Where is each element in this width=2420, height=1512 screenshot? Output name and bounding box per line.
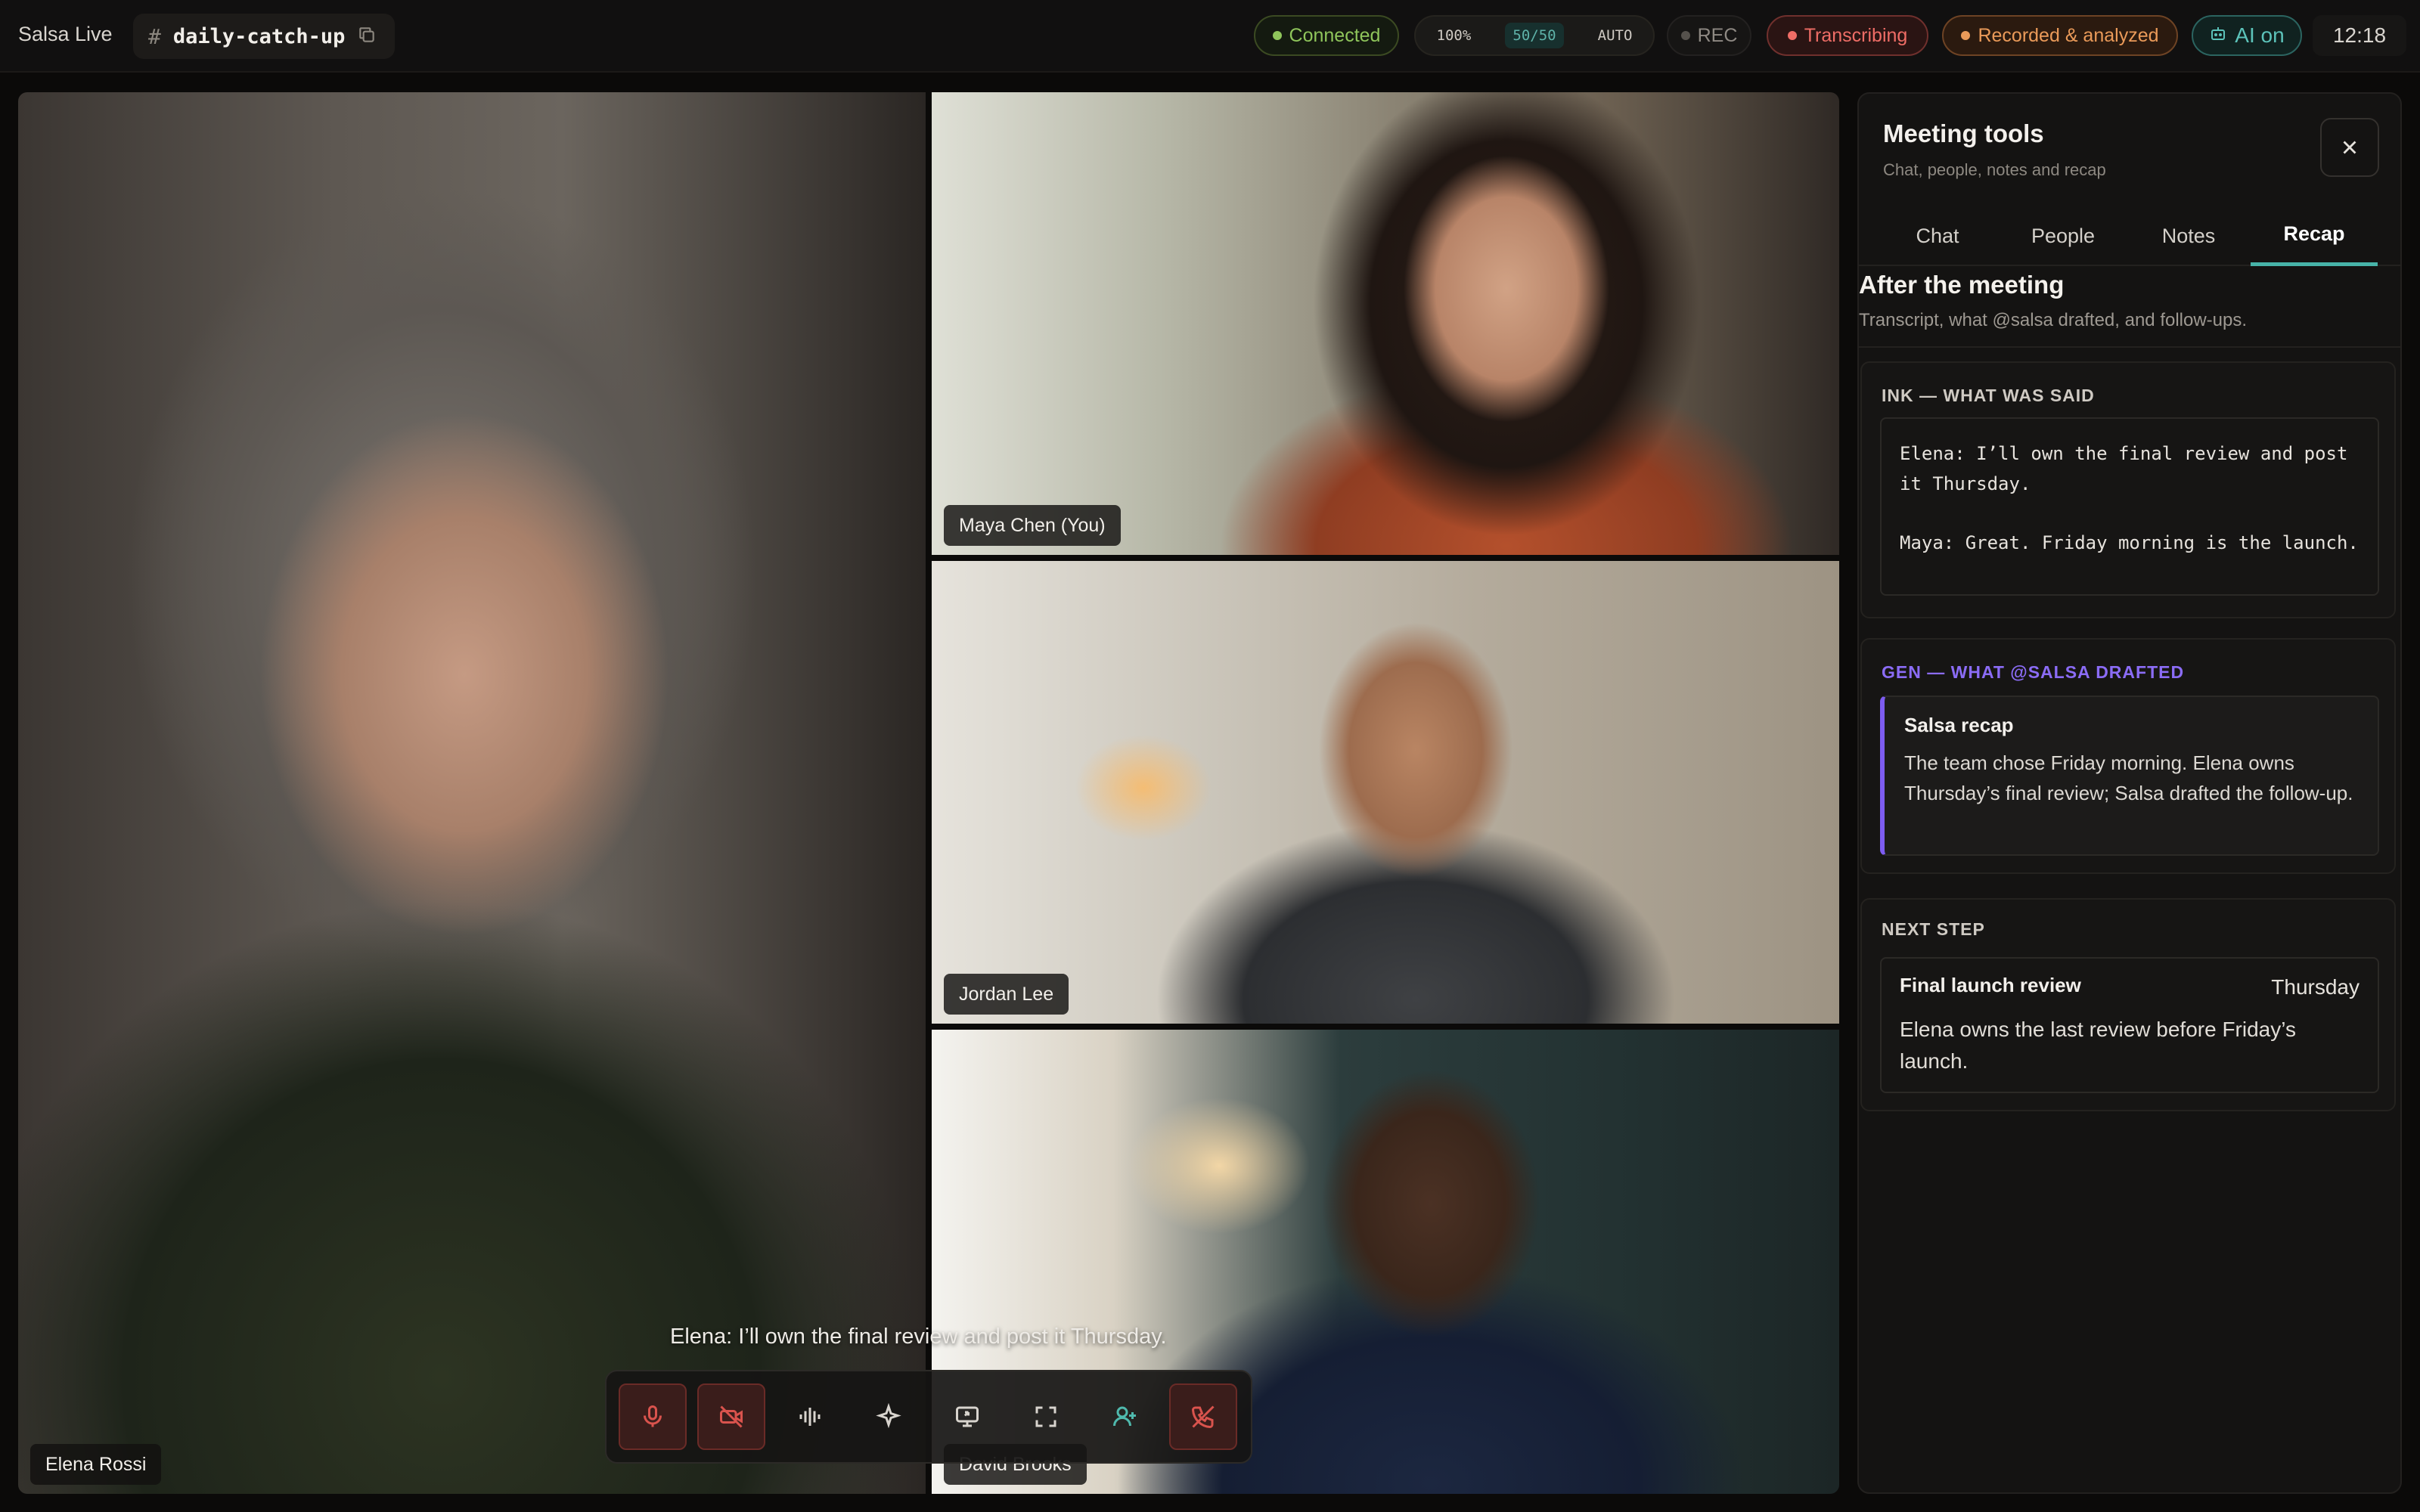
mic-icon (644, 1405, 662, 1427)
live-caption: Elena: I’ll own the final review and pos… (670, 1325, 1167, 1349)
audio-button[interactable] (776, 1383, 844, 1450)
fullscreen-icon (1035, 1406, 1056, 1427)
hash-icon: # (148, 23, 161, 49)
gen-label: GEN — WHAT @SALSA DRAFTED (1882, 662, 2185, 682)
copy-icon[interactable] (357, 25, 377, 48)
meeting-clock: 12:18 (2313, 15, 2406, 56)
section-title: After the meeting (1859, 271, 2065, 299)
meeting-tools-panel: Meeting tools Chat, people, notes and re… (1857, 92, 2402, 1494)
sparkle-icon (876, 1403, 901, 1429)
transcribing-badge[interactable]: Transcribing (1767, 15, 1928, 56)
invite-button[interactable] (1091, 1383, 1159, 1450)
connection-status-label: Connected (1289, 24, 1381, 46)
channel-name: daily-catch-up (172, 24, 346, 48)
rec-button[interactable]: REC (1667, 15, 1751, 56)
transcribing-label: Transcribing (1804, 24, 1908, 46)
participant-name-tag: Maya Chen (You) (944, 505, 1121, 546)
fullscreen-button[interactable] (1012, 1383, 1080, 1450)
camera-off-icon (720, 1405, 743, 1428)
ink-label: INK — WHAT WAS SAID (1882, 386, 2095, 405)
transcript-box: Elena: I’ll own the final review and pos… (1880, 417, 2379, 596)
section-subtitle: Transcript, what @salsa drafted, and fol… (1859, 310, 2248, 330)
screen-share-button[interactable] (933, 1383, 1001, 1450)
participant-count: 50/50 (1505, 23, 1564, 48)
recorded-label: Recorded & analyzed (1978, 24, 2159, 46)
add-person-icon (1113, 1406, 1136, 1427)
zoom-level: 100% (1436, 27, 1472, 44)
ai-toggle[interactable]: AI on (2192, 15, 2302, 56)
panel-subtitle: Chat, people, notes and recap (1883, 160, 2106, 179)
transcript-line: Elena: I’ll own the final review and pos… (1900, 443, 2348, 494)
close-panel-button[interactable] (2320, 118, 2379, 177)
top-bar: Salsa Live # daily-catch-up Connected 10… (0, 0, 2420, 73)
mic-toggle-button[interactable] (619, 1383, 687, 1450)
recap-title: Salsa recap (1904, 714, 2014, 736)
transcribing-dot-icon (1787, 31, 1797, 40)
recorded-dot-icon (1961, 31, 1971, 40)
ink-transcript-card: INK — WHAT WAS SAID Elena: I’ll own the … (1860, 361, 2396, 618)
robot-icon (2209, 23, 2227, 48)
close-icon (2343, 141, 2356, 154)
panel-title: Meeting tools (1883, 119, 2044, 147)
next-step-card: NEXT STEP Final launch review Thursday E… (1860, 898, 2396, 1111)
leave-call-button[interactable] (1169, 1383, 1237, 1450)
next-step-label: NEXT STEP (1882, 919, 1985, 939)
video-tile-maya[interactable]: Maya Chen (You) (932, 92, 1839, 555)
next-step-due: Thursday (2271, 975, 2360, 999)
screen-share-icon (956, 1406, 979, 1427)
meeting-stats: 100% 50/50 AUTO (1414, 15, 1655, 56)
participant-name-tag: Elena Rossi (30, 1444, 162, 1485)
salsa-recap-box: Salsa recap The team chose Friday mornin… (1880, 696, 2379, 856)
connection-status-badge: Connected (1254, 15, 1399, 56)
recorded-badge[interactable]: Recorded & analyzed (1942, 15, 2178, 56)
video-tile-elena[interactable]: Elena Rossi (18, 92, 926, 1494)
recap-section-header: After the meeting Transcript, what @sals… (1859, 257, 2400, 348)
channel-selector[interactable]: # daily-catch-up (133, 14, 395, 59)
video-tile-jordan[interactable]: Jordan Lee (932, 561, 1839, 1024)
ai-label: AI on (2235, 23, 2285, 47)
rec-label: REC (1697, 24, 1738, 46)
status-dot-icon (1272, 31, 1282, 40)
call-controls (605, 1370, 1252, 1464)
camera-toggle-button[interactable] (697, 1383, 765, 1450)
recap-body: The team chose Friday morning. Elena own… (1904, 751, 2353, 804)
app-title: Salsa Live (18, 23, 113, 45)
next-step-body: Elena owns the last review before Friday… (1900, 1018, 2296, 1073)
phone-hangup-icon (1191, 1405, 1215, 1429)
waveform-icon (799, 1408, 821, 1426)
layout-mode: AUTO (1597, 27, 1633, 44)
participant-name-tag: Jordan Lee (944, 974, 1069, 1015)
next-step-item[interactable]: Final launch review Thursday Elena owns … (1880, 957, 2379, 1093)
transcript-line: Maya: Great. Friday morning is the launc… (1900, 532, 2359, 553)
gen-draft-card: GEN — WHAT @SALSA DRAFTED Salsa recap Th… (1860, 638, 2396, 874)
ai-assist-button[interactable] (855, 1383, 923, 1450)
rec-dot-icon (1680, 31, 1690, 40)
